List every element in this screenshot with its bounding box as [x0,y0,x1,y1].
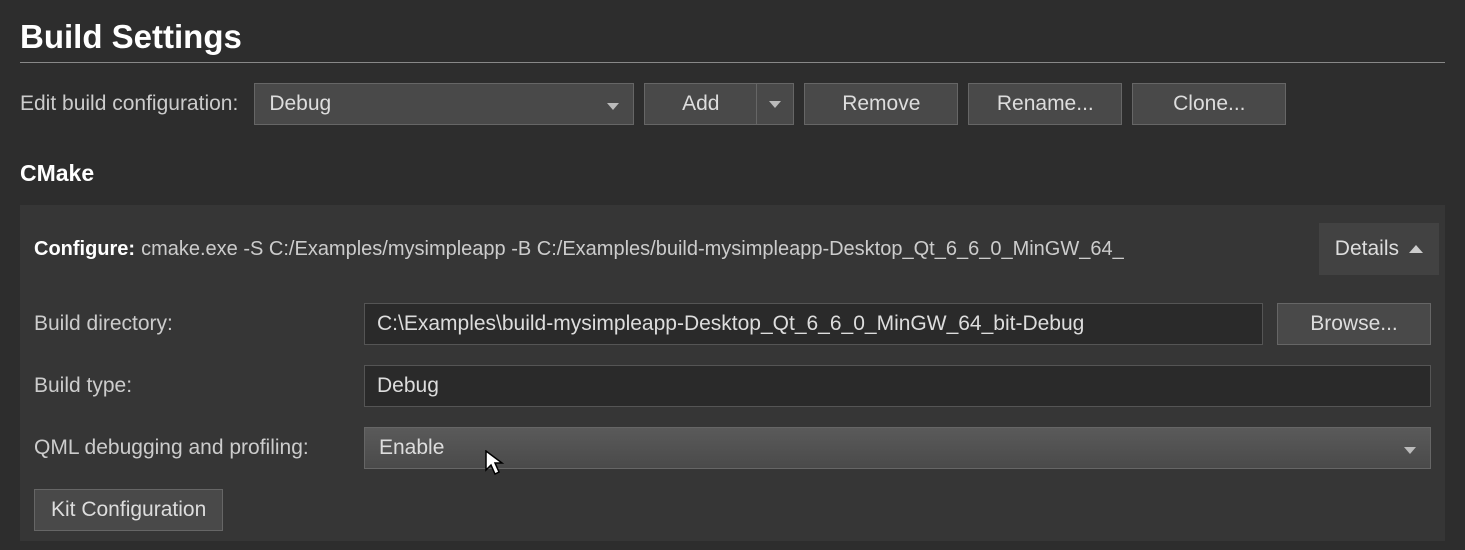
build-type-label: Build type: [34,374,364,398]
build-directory-row: Build directory: Browse... [20,293,1445,355]
cmake-panel: Configure: cmake.exe -S C:/Examples/mysi… [20,205,1445,541]
configure-label: Configure: [34,238,135,261]
config-row: Edit build configuration: Debug Add Remo… [20,83,1445,125]
details-button[interactable]: Details [1319,223,1439,275]
cmake-section-title: CMake [20,160,1445,187]
page-title: Build Settings [20,18,1445,63]
chevron-up-icon [1409,245,1423,253]
add-dropdown-arrow[interactable] [756,83,794,125]
browse-button[interactable]: Browse... [1277,303,1431,345]
edit-config-label: Edit build configuration: [20,92,238,116]
chevron-down-icon [1404,436,1416,460]
build-directory-input[interactable] [364,303,1263,345]
build-directory-label: Build directory: [34,312,364,336]
clone-button[interactable]: Clone... [1132,83,1286,125]
build-config-selected: Debug [269,92,331,116]
chevron-down-icon [607,92,619,116]
qml-row: QML debugging and profiling: Enable [20,417,1445,479]
chevron-down-icon [769,101,781,108]
kit-configuration-button[interactable]: Kit Configuration [34,489,223,531]
remove-button[interactable]: Remove [804,83,958,125]
add-split-button: Add [644,83,794,125]
qml-selected: Enable [379,436,444,460]
build-type-row: Build type: [20,355,1445,417]
add-button[interactable]: Add [644,83,756,125]
details-label: Details [1335,237,1399,261]
build-type-input[interactable] [364,365,1431,407]
qml-label: QML debugging and profiling: [34,436,364,460]
qml-dropdown[interactable]: Enable [364,427,1431,469]
build-config-dropdown[interactable]: Debug [254,83,634,125]
configure-row: Configure: cmake.exe -S C:/Examples/mysi… [20,205,1445,293]
rename-button[interactable]: Rename... [968,83,1122,125]
configure-command: cmake.exe -S C:/Examples/mysimpleapp -B … [141,238,1309,261]
